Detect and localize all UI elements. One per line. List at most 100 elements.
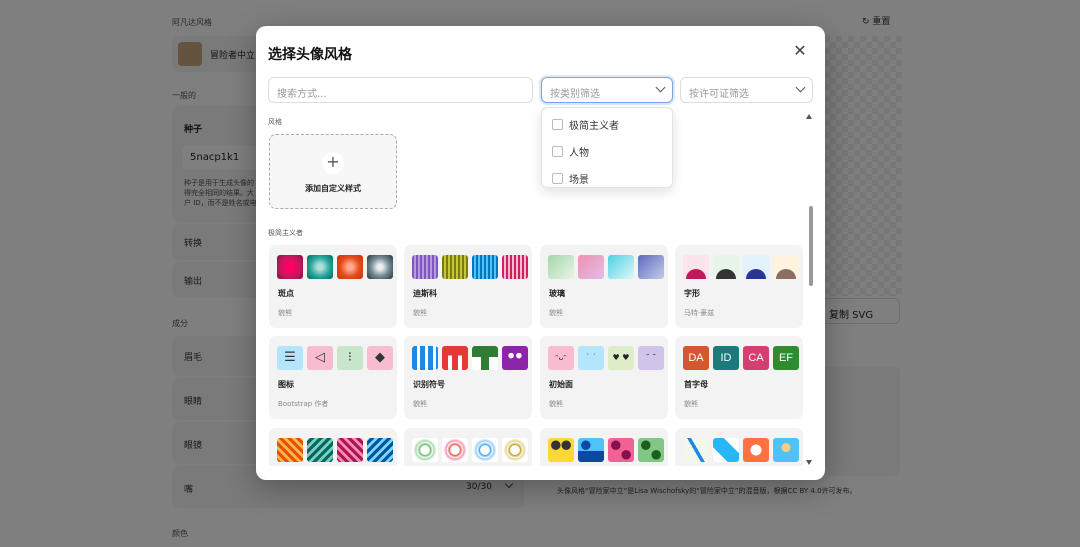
style-preview	[412, 438, 438, 462]
license-filter-placeholder: 按许可证筛选	[689, 89, 749, 100]
style-preview	[683, 255, 709, 279]
style-preview	[578, 438, 604, 462]
checkbox[interactable]	[552, 173, 563, 184]
scroll-down-icon[interactable]	[806, 460, 812, 465]
style-preview	[502, 438, 528, 462]
style-preview	[578, 255, 604, 279]
style-preview	[743, 438, 769, 462]
style-preview	[773, 255, 799, 279]
style-preview	[472, 438, 498, 462]
tile-author: 貌熊	[278, 309, 292, 317]
search-input[interactable]: 搜索方式...	[268, 77, 533, 103]
initials-preview: CA	[743, 346, 769, 370]
style-preview	[472, 255, 498, 279]
style-preview	[472, 346, 498, 370]
initials-preview: ID	[713, 346, 739, 370]
section-styles: 风格	[268, 118, 282, 126]
tile-author: 貌熊	[549, 400, 563, 408]
modal-title: 选择头像风格	[268, 47, 352, 63]
style-tile-thumbs[interactable]	[675, 428, 803, 466]
style-preview	[367, 438, 393, 462]
style-preview	[548, 255, 574, 279]
style-preview	[442, 438, 468, 462]
tile-author: 貌熊	[413, 309, 427, 317]
face-icon: ♥ ♥	[608, 346, 634, 370]
style-tile-glyphs[interactable]: 字形 马特·豪兹	[675, 245, 803, 328]
style-tile-fun-emoji[interactable]: ᵔᴗᵔ ˙ ˙ ♥ ♥ ˘ ˘ 初始面 貌熊	[540, 336, 668, 419]
style-preview	[337, 438, 363, 462]
list-icon: ☰	[277, 346, 303, 370]
style-tile-blotches[interactable]: 斑点 貌熊	[269, 245, 397, 328]
face-icon: ˙ ˙	[578, 346, 604, 370]
style-tile-disco[interactable]: 迪斯科 貌熊	[404, 245, 532, 328]
style-preview	[337, 255, 363, 279]
style-tile-initials[interactable]: DA ID CA EF 首字母 貌熊	[675, 336, 803, 419]
category-option-minimalist[interactable]: 极简主义者	[552, 117, 619, 132]
style-preview	[502, 346, 528, 370]
style-preview	[608, 255, 634, 279]
add-custom-style-button[interactable]: + 添加自定义样式	[269, 134, 397, 209]
scroll-up-icon[interactable]	[806, 114, 812, 119]
close-icon[interactable]: ✕	[791, 42, 809, 60]
style-preview	[412, 255, 438, 279]
tile-name: 字形	[684, 289, 700, 298]
style-preview	[307, 255, 333, 279]
style-tile-identicon[interactable]: 识别符号 貌熊	[404, 336, 532, 419]
checkbox[interactable]	[552, 146, 563, 157]
category-option-scenes[interactable]: 场景	[552, 171, 589, 186]
style-tile-rings[interactable]	[404, 428, 532, 466]
category-filter-select[interactable]: 按类别筛选	[541, 77, 673, 103]
chevron-down-icon	[795, 82, 806, 93]
face-icon: ˘ ˘	[638, 346, 664, 370]
tile-name: 首字母	[684, 380, 708, 389]
face-icon: ᵔᴗᵔ	[548, 346, 574, 370]
style-preview	[743, 255, 769, 279]
graduation-cap-icon: ◆	[367, 346, 393, 370]
tile-author: 貌熊	[684, 400, 698, 408]
option-label: 极简主义者	[569, 121, 619, 132]
scrollbar-thumb[interactable]	[809, 206, 813, 286]
style-preview	[773, 438, 799, 462]
section-minimalist: 极简主义者	[268, 229, 303, 237]
style-preview	[683, 438, 709, 462]
tile-author: 貌熊	[413, 400, 427, 408]
category-option-characters[interactable]: 人物	[552, 144, 589, 159]
add-custom-label: 添加自定义样式	[305, 184, 361, 193]
style-preview	[442, 255, 468, 279]
chevron-down-icon	[655, 82, 666, 93]
license-filter-select[interactable]: 按许可证筛选	[680, 77, 813, 103]
style-preview	[713, 255, 739, 279]
search-placeholder: 搜索方式...	[277, 89, 327, 100]
tile-author: 貌熊	[549, 309, 563, 317]
checkbox[interactable]	[552, 119, 563, 130]
style-preview	[713, 438, 739, 462]
tile-name: 斑点	[278, 289, 294, 298]
style-preview	[548, 438, 574, 462]
style-preview	[638, 438, 664, 462]
plus-icon: +	[322, 152, 344, 174]
tile-author: Bootstrap 作者	[278, 400, 329, 408]
tile-name: 图标	[278, 380, 294, 389]
avatar-style-modal: 选择头像风格 ✕ 搜索方式... 按类别筛选 按许可证筛选 极简主义者 人物 场…	[256, 26, 825, 480]
style-tile-glass[interactable]: 玻璃 貌熊	[540, 245, 668, 328]
initials-preview: EF	[773, 346, 799, 370]
style-preview	[502, 255, 528, 279]
style-tile-icons[interactable]: ☰ ◁ ⁝ ◆ 图标 Bootstrap 作者	[269, 336, 397, 419]
tile-author: 马特·豪兹	[684, 309, 715, 317]
megaphone-icon: ◁	[307, 346, 333, 370]
style-preview	[412, 346, 438, 370]
category-filter-placeholder: 按类别筛选	[550, 89, 600, 100]
style-preview	[277, 255, 303, 279]
style-preview	[307, 438, 333, 462]
traffic-light-icon: ⁝	[337, 346, 363, 370]
tile-name: 玻璃	[549, 289, 565, 298]
style-preview	[608, 438, 634, 462]
initials-preview: DA	[683, 346, 709, 370]
option-label: 场景	[569, 175, 589, 186]
style-preview	[277, 438, 303, 462]
style-tile-shapes[interactable]	[540, 428, 668, 466]
style-tile-pattern[interactable]	[269, 428, 397, 466]
tile-name: 迪斯科	[413, 289, 437, 298]
style-preview	[367, 255, 393, 279]
style-preview	[442, 346, 468, 370]
